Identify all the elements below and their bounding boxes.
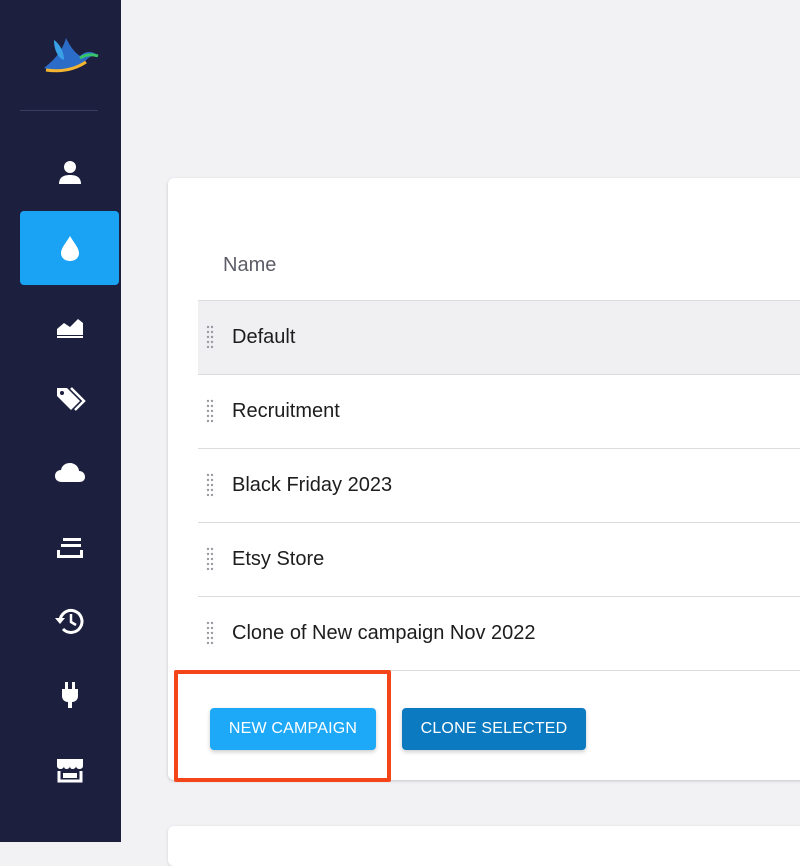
name-column-header[interactable]: Name [223,254,276,277]
campaign-name: Recruitment [232,400,340,422]
sidebar-item-cloud[interactable] [20,436,119,510]
user-icon [58,161,81,184]
drag-handle-icon[interactable] [206,325,214,349]
drag-handle-icon[interactable] [206,621,214,645]
bird-logo-icon[interactable] [40,30,104,76]
layers-icon [56,538,83,558]
table-row[interactable]: Recruitment [198,374,800,448]
table-row[interactable]: Etsy Store [198,522,800,596]
secondary-card [168,826,800,866]
sidebar-item-analytics[interactable] [20,288,119,362]
cloud-icon [54,463,85,482]
campaign-name: Default [232,326,296,348]
sidebar-item-store[interactable] [20,732,119,806]
sidebar-item-integrations[interactable] [20,658,119,732]
sidebar-item-tags[interactable] [20,362,119,436]
campaign-name: Clone of New campaign Nov 2022 [232,622,536,644]
campaigns-table: Default Recruitment Black Friday 2023 Et… [198,300,800,671]
area-chart-icon [56,319,83,338]
plug-icon [61,682,78,708]
sidebar-divider [20,110,98,111]
drag-handle-icon[interactable] [206,473,214,497]
tags-icon [56,387,86,411]
history-icon [54,608,83,634]
sidebar-item-profile[interactable] [20,136,119,210]
clone-selected-button[interactable]: CLONE SELECTED [402,708,586,750]
table-row[interactable]: Default [198,300,800,374]
drag-handle-icon[interactable] [206,547,214,571]
sidebar-item-history[interactable] [20,584,119,658]
sidebar-item-campaigns[interactable] [20,211,119,285]
drop-icon [60,236,79,261]
campaign-name: Black Friday 2023 [232,474,393,496]
table-row[interactable]: Black Friday 2023 [198,448,800,522]
campaign-name: Etsy Store [232,548,325,570]
drag-handle-icon[interactable] [206,399,214,423]
sidebar-item-layers[interactable] [20,510,119,584]
annotation-highlight-box [174,670,391,782]
table-row[interactable]: Clone of New campaign Nov 2022 [198,596,800,671]
store-icon [56,759,83,783]
sidebar [0,0,121,842]
